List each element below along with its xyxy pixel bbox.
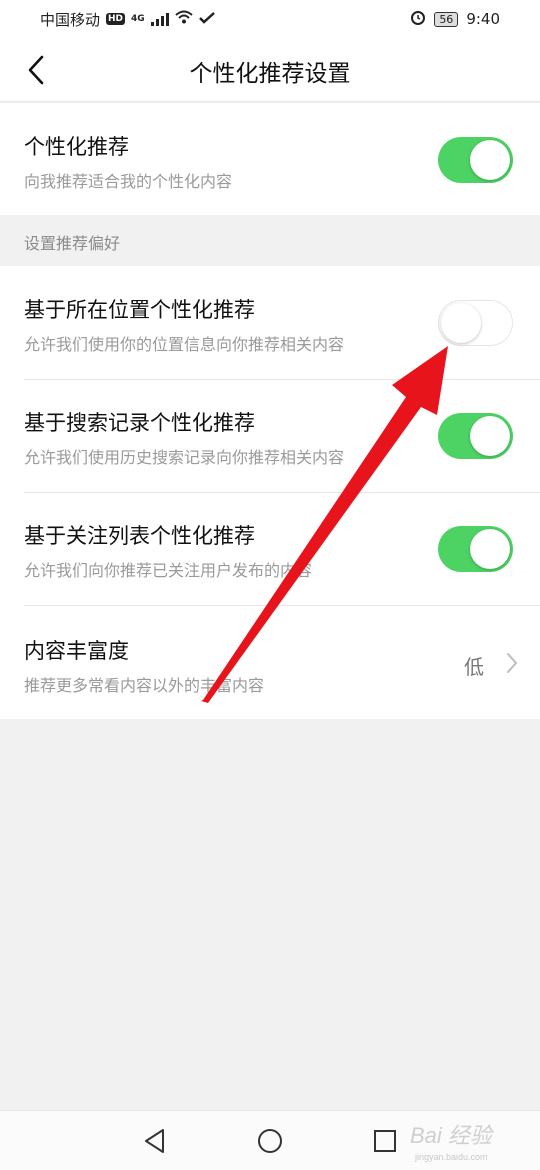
- personalized-recommendation-toggle[interactable]: [438, 137, 513, 183]
- carrier-name: 中国移动: [40, 10, 101, 29]
- baidu-watermark: Bai 经验: [410, 1123, 492, 1148]
- follow-list-recommendation-toggle[interactable]: [438, 526, 513, 572]
- row-label: 基于搜索记录个性化推荐: [24, 411, 255, 435]
- row-description: 推荐更多常看内容以外的丰富内容: [24, 676, 265, 695]
- row-label: 基于关注列表个性化推荐: [24, 524, 255, 548]
- row-label: 内容丰富度: [24, 639, 129, 663]
- search-history-recommendation-row: 基于搜索记录个性化推荐 允许我们使用历史搜索记录向你推荐相关内容: [0, 380, 540, 493]
- row-description: 允许我们使用历史搜索记录向你推荐相关内容: [24, 448, 345, 467]
- status-bar: 中国移动 HD 4G 56 9:40: [0, 0, 540, 38]
- richness-value: 低: [464, 655, 484, 679]
- watermark-url: jingyan.baidu.com: [415, 1152, 488, 1162]
- row-label: 基于所在位置个性化推荐: [24, 298, 255, 322]
- row-description: 向我推荐适合我的个性化内容: [24, 172, 233, 191]
- square-recents-icon: [374, 1130, 396, 1152]
- clock: 9:40: [466, 10, 500, 28]
- toggle-knob: [470, 140, 510, 180]
- nav-home-button[interactable]: [255, 1126, 285, 1156]
- row-description: 允许我们使用你的位置信息向你推荐相关内容: [24, 335, 345, 354]
- nav-back-button[interactable]: [140, 1126, 170, 1156]
- section-header: 设置推荐偏好: [24, 234, 121, 253]
- alarm-icon: [410, 9, 426, 29]
- toggle-knob: [441, 303, 481, 343]
- nfc-icon: [198, 10, 215, 28]
- chevron-right-icon: [507, 653, 517, 673]
- follow-list-recommendation-row: 基于关注列表个性化推荐 允许我们向你推荐已关注用户发布的内容: [0, 493, 540, 606]
- location-recommendation-toggle[interactable]: [438, 300, 513, 346]
- toggle-knob: [470, 416, 510, 456]
- triangle-back-icon: [145, 1129, 164, 1153]
- wifi-icon: [175, 10, 193, 28]
- network-type: 4G: [131, 14, 145, 24]
- row-description: 允许我们向你推荐已关注用户发布的内容: [24, 561, 313, 580]
- header-bar: 个性化推荐设置: [0, 38, 540, 102]
- battery-level: 56: [434, 11, 459, 27]
- personalized-recommendation-row: 个性化推荐 向我推荐适合我的个性化内容: [0, 103, 540, 215]
- search-history-recommendation-toggle[interactable]: [438, 413, 513, 459]
- hd-badge: HD: [106, 13, 126, 25]
- toggle-knob: [470, 529, 510, 569]
- nav-recents-button[interactable]: [370, 1126, 400, 1156]
- page-title: 个性化推荐设置: [189, 61, 351, 87]
- circle-home-icon: [258, 1129, 282, 1153]
- signal-icon: [150, 12, 169, 26]
- location-recommendation-row: 基于所在位置个性化推荐 允许我们使用你的位置信息向你推荐相关内容: [0, 266, 540, 380]
- content-richness-row[interactable]: 内容丰富度 推荐更多常看内容以外的丰富内容 低: [0, 606, 540, 719]
- row-label: 个性化推荐: [24, 135, 129, 159]
